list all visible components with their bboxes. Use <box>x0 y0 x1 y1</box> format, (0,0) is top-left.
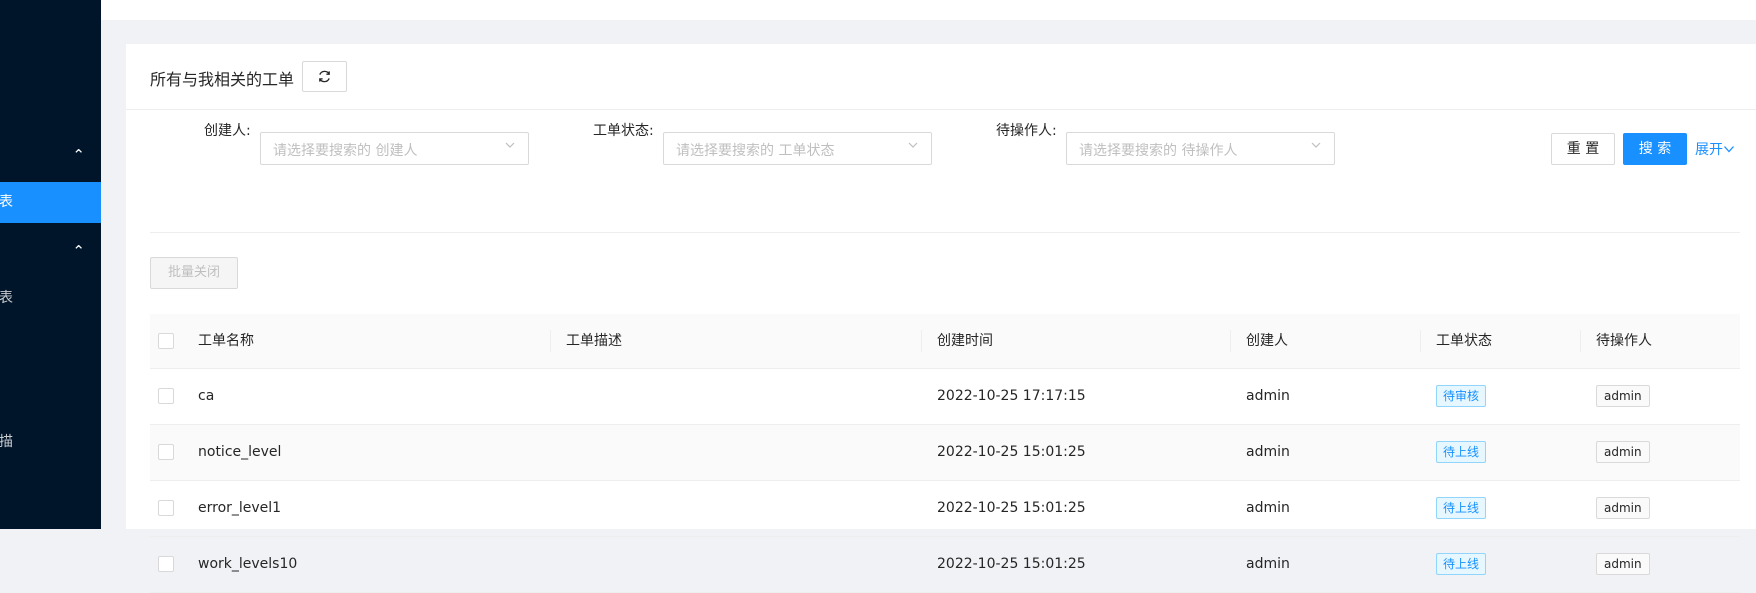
card-header: 所有与我相关的工单 <box>126 44 1756 110</box>
status-select[interactable]: 请选择要搜索的 工单状态 <box>663 132 932 165</box>
cell-creator: admin <box>1246 500 1290 516</box>
chevron-down-icon <box>907 139 919 155</box>
creator-select[interactable]: 请选择要搜索的 创建人 <box>260 132 529 165</box>
table-row[interactable]: notice_level 2022-10-25 15:01:25 admin 待… <box>150 425 1740 481</box>
column-divider <box>550 330 551 352</box>
chevron-down-icon <box>1724 146 1734 153</box>
refresh-button[interactable] <box>302 61 347 92</box>
cell-creator: admin <box>1246 444 1290 460</box>
reset-button[interactable]: 重 置 <box>1551 133 1615 165</box>
sidebar-group-2[interactable]: ⌃ <box>0 224 101 278</box>
filter-divider <box>150 232 1740 233</box>
cell-status: 待上线 <box>1436 537 1487 592</box>
sidebar-item-2[interactable]: 表 <box>0 278 101 319</box>
column-divider <box>1580 330 1581 352</box>
cell-operator: admin <box>1596 537 1650 592</box>
table-row[interactable]: ca 2022-10-25 17:17:15 admin 待审核 admin <box>150 369 1740 425</box>
cell-created: 2022-10-25 17:17:15 <box>937 388 1086 404</box>
column-header-created: 创建时间 <box>937 333 993 349</box>
column-divider <box>1230 330 1231 352</box>
expand-link[interactable]: 展开 <box>1695 139 1735 159</box>
cell-creator: admin <box>1246 556 1290 572</box>
cell-creator: admin <box>1246 388 1290 404</box>
work-order-table: 工单名称 工单描述 创建时间 创建人 工单状态 待操作人 ca 2022-10-… <box>150 314 1740 593</box>
row-checkbox[interactable] <box>158 500 174 516</box>
sidebar-item-active[interactable]: 表 <box>0 182 101 223</box>
column-header-status: 工单状态 <box>1436 333 1492 349</box>
cell-operator: admin <box>1596 481 1650 536</box>
row-checkbox[interactable] <box>158 388 174 404</box>
operator-select[interactable]: 请选择要搜索的 待操作人 <box>1066 132 1335 165</box>
row-checkbox[interactable] <box>158 556 174 572</box>
operator-tag: admin <box>1596 441 1650 463</box>
column-divider <box>1420 330 1421 352</box>
cell-operator: admin <box>1596 369 1650 424</box>
column-header-name: 工单名称 <box>198 333 254 349</box>
cell-status: 待上线 <box>1436 481 1487 536</box>
sidebar-item-3[interactable]: 描 <box>0 422 101 463</box>
status-tag: 待审核 <box>1436 385 1487 407</box>
cell-name: error_level1 <box>198 500 282 516</box>
cell-name: notice_level <box>198 444 282 460</box>
creator-select-placeholder: 请选择要搜索的 创建人 <box>273 143 418 159</box>
column-header-operator: 待操作人 <box>1596 333 1652 349</box>
search-button[interactable]: 搜 索 <box>1623 133 1687 165</box>
chevron-down-icon <box>504 139 516 155</box>
operator-tag: admin <box>1596 497 1650 519</box>
cell-status: 待审核 <box>1436 369 1487 424</box>
work-order-card: 所有与我相关的工单 创建人: 请选择要搜索的 创建人 工单状态: 请选择要搜索的… <box>126 44 1756 593</box>
cell-created: 2022-10-25 15:01:25 <box>937 556 1086 572</box>
sidebar-item-label: 描 <box>0 434 13 450</box>
row-checkbox[interactable] <box>158 444 174 460</box>
chevron-down-icon <box>1310 139 1322 155</box>
sidebar-group-1[interactable]: ⌃ <box>0 128 101 182</box>
sidebar-item-label: 表 <box>0 194 13 210</box>
chevron-up-icon: ⌃ <box>72 242 85 260</box>
status-filter-label: 工单状态: <box>593 123 654 139</box>
page-title: 所有与我相关的工单 <box>150 70 295 89</box>
sidebar-item-label: 表 <box>0 290 13 306</box>
operator-tag: admin <box>1596 385 1650 407</box>
expand-label: 展开 <box>1695 142 1723 158</box>
chevron-up-icon: ⌃ <box>72 146 85 164</box>
cell-name: ca <box>198 388 215 404</box>
table-header: 工单名称 工单描述 创建时间 创建人 工单状态 待操作人 <box>150 314 1740 369</box>
creator-filter-label: 创建人: <box>204 123 251 139</box>
batch-close-button[interactable]: 批量关闭 <box>150 257 238 289</box>
cell-operator: admin <box>1596 425 1650 480</box>
table-row[interactable]: work_levels10 2022-10-25 15:01:25 admin … <box>150 537 1740 593</box>
cell-name: work_levels10 <box>198 556 298 572</box>
top-strip <box>101 0 1756 20</box>
refresh-icon <box>319 70 330 83</box>
select-all-checkbox[interactable] <box>158 333 174 349</box>
status-tag: 待上线 <box>1436 497 1487 519</box>
operator-tag: admin <box>1596 553 1650 575</box>
cell-created: 2022-10-25 15:01:25 <box>937 444 1086 460</box>
status-tag: 待上线 <box>1436 553 1487 575</box>
cell-created: 2022-10-25 15:01:25 <box>937 500 1086 516</box>
column-header-desc: 工单描述 <box>566 333 622 349</box>
operator-filter-label: 待操作人: <box>996 123 1057 139</box>
operator-select-placeholder: 请选择要搜索的 待操作人 <box>1079 143 1238 159</box>
status-tag: 待上线 <box>1436 441 1487 463</box>
column-header-creator: 创建人 <box>1246 333 1288 349</box>
status-select-placeholder: 请选择要搜索的 工单状态 <box>676 143 835 159</box>
cell-status: 待上线 <box>1436 425 1487 480</box>
column-divider <box>921 330 922 352</box>
sidebar: ⌃ 表 ⌃ 表 描 <box>0 0 101 529</box>
